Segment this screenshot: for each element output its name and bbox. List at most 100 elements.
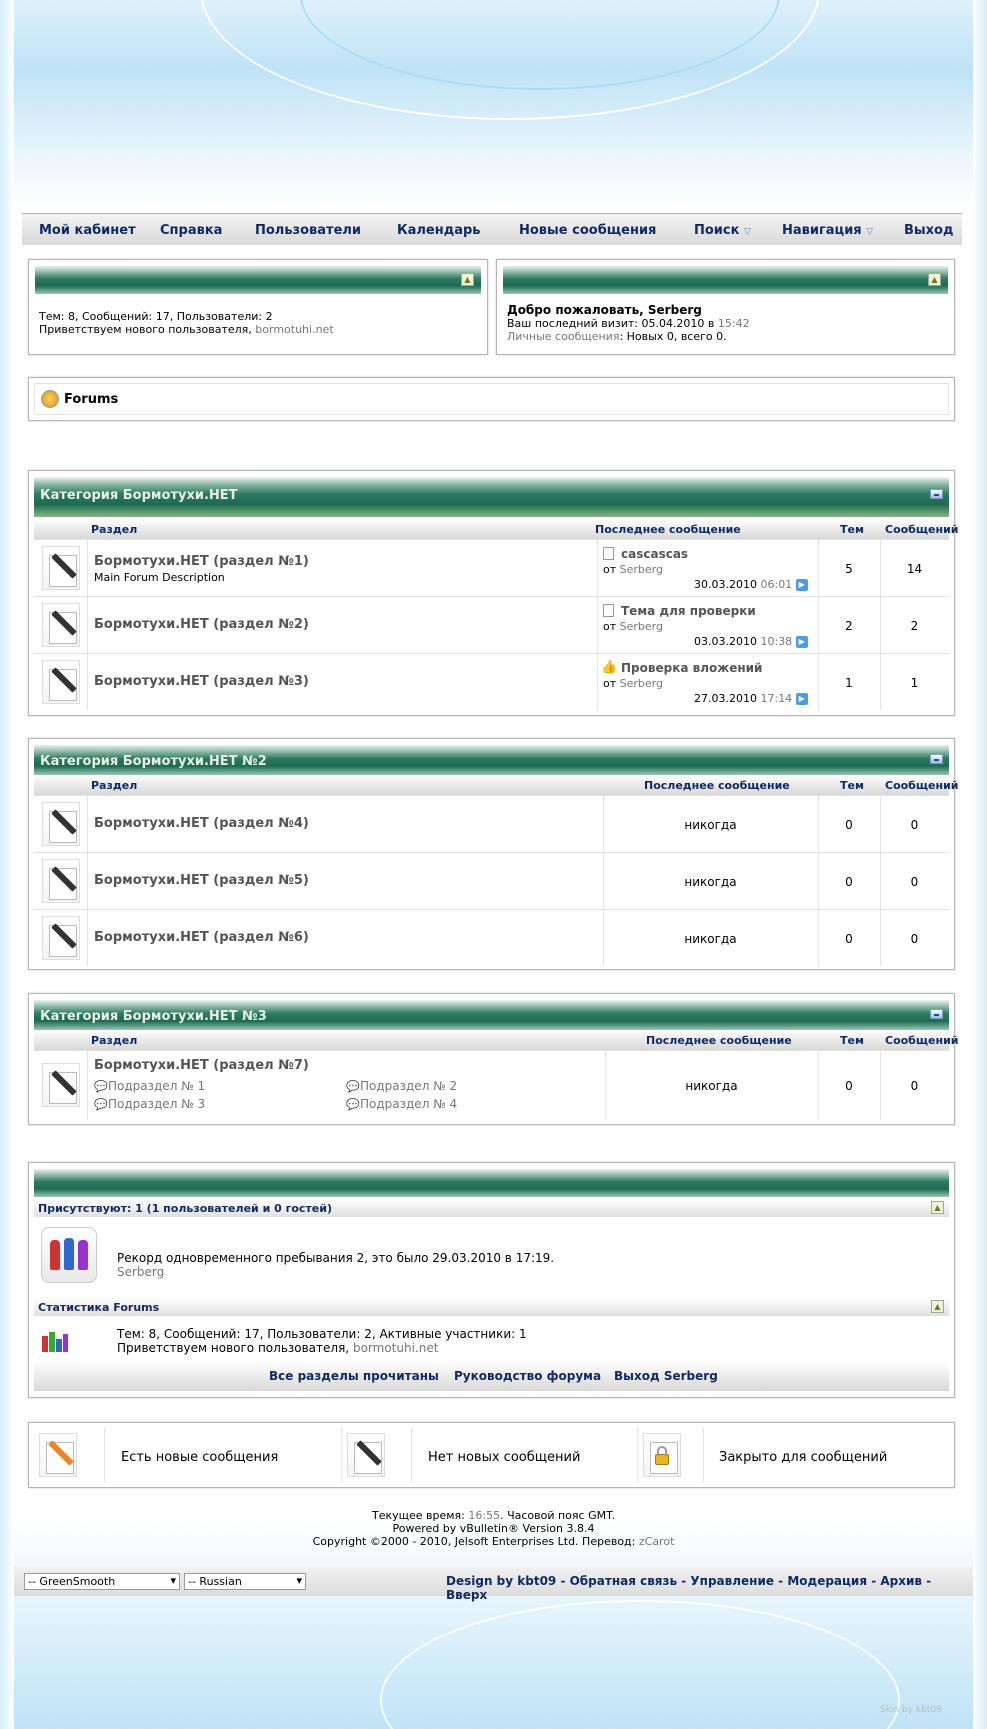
- forum-status-icon: [42, 660, 80, 704]
- collapse-icon[interactable]: [930, 489, 943, 499]
- subforum-link[interactable]: 💬Подраздел № 1: [94, 1079, 205, 1093]
- category-header: Категория Бормотухи.НЕТ: [34, 477, 949, 517]
- subforum-link[interactable]: 💬Подраздел № 4: [346, 1097, 457, 1111]
- col-threads: Тем: [840, 779, 864, 792]
- thumbs-up-icon: 👍: [601, 660, 618, 675]
- by-label: от: [603, 620, 617, 633]
- new-user-link[interactable]: bormotuhi.net: [255, 323, 333, 336]
- bottom-bar: -- GreenSmooth -- Russian Design by kbt0…: [14, 1566, 973, 1602]
- home-icon[interactable]: [41, 390, 59, 408]
- forum-status-icon: [42, 859, 80, 903]
- collapse-icon[interactable]: ▲: [928, 273, 941, 286]
- logout-link[interactable]: Выход Serberg: [614, 1369, 718, 1383]
- last-post-date: 27.03.2010 17:14 ▶: [694, 692, 808, 705]
- category-panel: Категория Бормотухи.НЕТ Раздел Последнее…: [28, 470, 959, 716]
- table-row: Бормотухи.НЕТ (раздел №7) 💬Подраздел № 1…: [34, 1050, 949, 1120]
- bottom-links[interactable]: Design by kbt09 - Обратная связь - Управ…: [446, 1574, 973, 1602]
- nav-members[interactable]: Пользователи: [255, 223, 361, 238]
- col-threads: Тем: [840, 523, 864, 536]
- language-select[interactable]: -- Russian: [184, 1573, 306, 1590]
- table-row: Бормотухи.НЕТ (раздел №4) никогда 0 0: [34, 795, 949, 852]
- whos-online-link[interactable]: Присутствуют: 1 (1 пользователей и 0 гос…: [38, 1202, 332, 1215]
- stats-panel-header: ▲: [35, 266, 481, 294]
- nav-search[interactable]: Поиск ▽: [694, 223, 751, 238]
- go-to-post-icon[interactable]: ▶: [795, 579, 808, 591]
- category-header: Категория Бормотухи.НЕТ №3: [34, 1000, 949, 1030]
- last-thread-link[interactable]: cascascas: [621, 547, 688, 561]
- legend-new: Есть новые сообщения: [121, 1450, 279, 1465]
- collapse-icon[interactable]: ▲: [931, 1300, 944, 1313]
- legend-no-new: Нет новых сообщений: [428, 1450, 581, 1465]
- last-thread-link[interactable]: Проверка вложений: [621, 661, 762, 675]
- collapse-icon[interactable]: ▲: [931, 1201, 944, 1214]
- date-value: 03.03.2010: [694, 635, 757, 648]
- forum-stats-title: Статистика Forums: [38, 1301, 160, 1314]
- forum-status-icon: [42, 916, 80, 960]
- post-count: 14: [906, 562, 923, 576]
- last-post-author: от Serberg: [603, 563, 663, 576]
- current-time: Текущее время: 16:55. Часовой пояс GMT.: [0, 1509, 987, 1522]
- welcome-prefix: Приветствуем нового пользователя,: [39, 323, 252, 336]
- new-posts-icon: [39, 1433, 77, 1477]
- subforum-label: Подраздел № 1: [108, 1079, 206, 1093]
- nav-help[interactable]: Справка: [160, 223, 222, 238]
- chevron-down-icon: ▽: [743, 227, 751, 237]
- footer-info: Текущее время: 16:55. Часовой пояс GMT. …: [0, 1509, 987, 1548]
- subforum-link[interactable]: 💬Подраздел № 3: [94, 1097, 205, 1111]
- forum-title[interactable]: Бормотухи.НЕТ (раздел №2): [94, 617, 309, 632]
- style-select[interactable]: -- GreenSmooth: [24, 1573, 180, 1590]
- statistics-icon: [42, 1330, 68, 1352]
- last-thread-link[interactable]: Тема для проверки: [621, 604, 756, 618]
- collapse-icon[interactable]: ▲: [461, 273, 474, 286]
- new-user-link[interactable]: bormotuhi.net: [353, 1341, 438, 1355]
- online-user-link[interactable]: Serberg: [117, 1265, 164, 1279]
- category-title[interactable]: Категория Бормотухи.НЕТ: [40, 488, 238, 503]
- nav-new-posts[interactable]: Новые сообщения: [519, 223, 656, 238]
- table-row: Бормотухи.НЕТ (раздел №6) никогда 0 0: [34, 909, 949, 966]
- no-new-posts-icon: [347, 1433, 385, 1477]
- category-panel: Категория Бормотухи.НЕТ №2 Раздел Послед…: [28, 738, 959, 970]
- pm-link[interactable]: Личные сообщения: [507, 330, 619, 343]
- subforum-link[interactable]: 💬Подраздел № 2: [346, 1079, 457, 1093]
- table-header: Раздел Последнее сообщение Тем Сообщений: [34, 1030, 959, 1050]
- private-messages: Личные сообщения: Новых 0, всего 0.: [507, 330, 727, 343]
- go-to-post-icon[interactable]: ▶: [795, 693, 808, 705]
- forum-rules-link[interactable]: Руководство форума: [454, 1369, 601, 1383]
- translator-link[interactable]: zCarot: [639, 1535, 675, 1548]
- go-to-post-icon[interactable]: ▶: [795, 636, 808, 648]
- breadcrumb-forums[interactable]: Forums: [64, 392, 118, 407]
- category-title[interactable]: Категория Бормотухи.НЕТ №3: [40, 1009, 267, 1024]
- collapse-icon[interactable]: [930, 1009, 943, 1019]
- forum-title[interactable]: Бормотухи.НЕТ (раздел №1): [94, 554, 309, 569]
- col-last-post: Последнее сообщение: [595, 523, 741, 536]
- icon-legend: Есть новые сообщения Нет новых сообщений…: [28, 1422, 955, 1488]
- subforum-icon: 💬: [94, 1080, 108, 1093]
- forum-title[interactable]: Бормотухи.НЕТ (раздел №3): [94, 674, 309, 689]
- author-link[interactable]: Serberg: [620, 563, 663, 576]
- nav-navigation[interactable]: Навигация ▽: [782, 223, 873, 238]
- nav-calendar[interactable]: Календарь: [397, 223, 481, 238]
- col-last-post: Последнее сообщение: [644, 779, 790, 792]
- mark-all-read-link[interactable]: Все разделы прочитаны: [269, 1369, 439, 1383]
- author-link[interactable]: Serberg: [620, 620, 663, 633]
- post-count: 2: [910, 619, 919, 633]
- forum-title[interactable]: Бормотухи.НЕТ (раздел №5): [94, 873, 309, 888]
- category-title[interactable]: Категория Бормотухи.НЕТ №2: [40, 754, 267, 769]
- forum-title[interactable]: Бормотухи.НЕТ (раздел №6): [94, 930, 309, 945]
- time-value: 16:55: [468, 1509, 501, 1522]
- thread-count: 0: [845, 932, 853, 946]
- collapse-icon[interactable]: [930, 754, 943, 764]
- last-post-date: 30.03.2010 06:01 ▶: [694, 578, 808, 591]
- powered-by: Powered by vBulletin® Version 3.8.4: [392, 1522, 595, 1535]
- thread-count: 5: [845, 562, 853, 576]
- nav-search-label: Поиск: [694, 223, 740, 238]
- author-link[interactable]: Serberg: [620, 677, 663, 690]
- copyright: Copyright ©2000 - 2010, Jelsoft Enterpri…: [0, 1535, 987, 1548]
- col-posts: Сообщений: [885, 1034, 959, 1047]
- forum-title[interactable]: Бормотухи.НЕТ (раздел №7): [94, 1058, 309, 1073]
- post-count: 0: [910, 932, 919, 946]
- forum-title[interactable]: Бормотухи.НЕТ (раздел №4): [94, 816, 309, 831]
- last-post-author: от Serberg: [603, 620, 663, 633]
- nav-my-cabinet[interactable]: Мой кабинет: [39, 223, 136, 238]
- nav-logout[interactable]: Выход: [904, 223, 953, 238]
